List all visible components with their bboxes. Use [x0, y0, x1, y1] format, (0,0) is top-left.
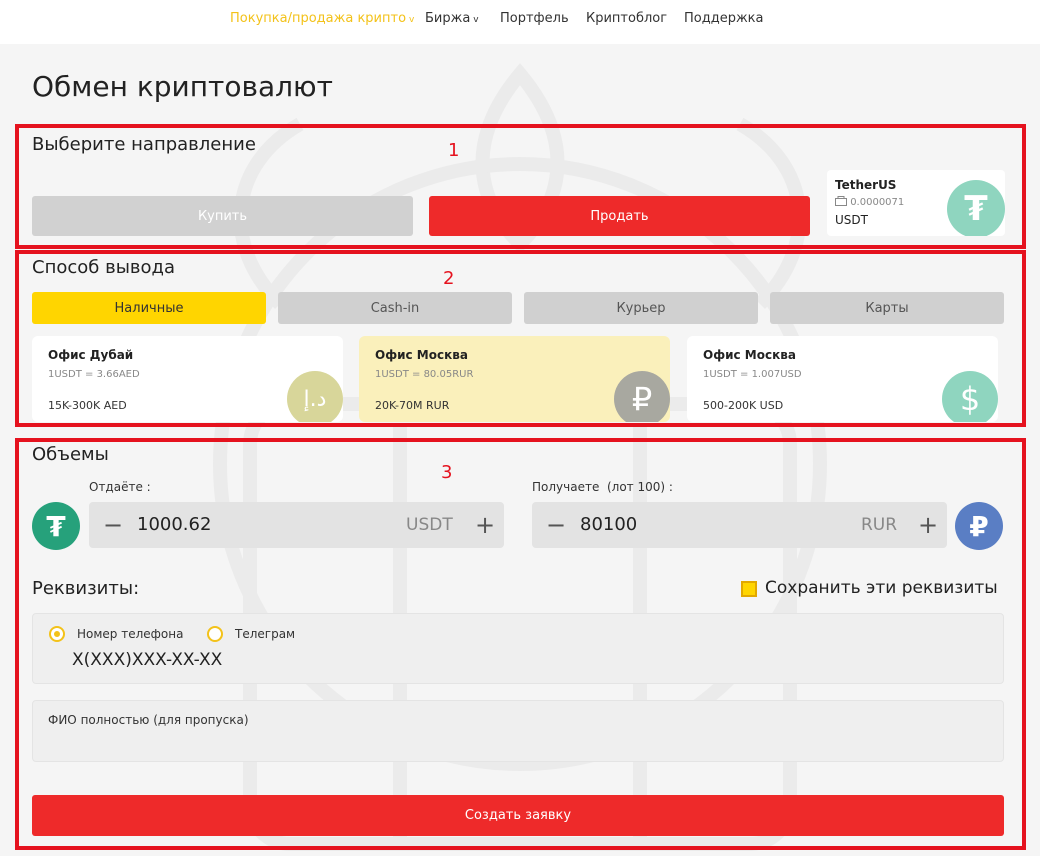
receive-amount-field[interactable]: − 80100 RUR +	[532, 502, 947, 548]
radio-telegram[interactable]	[207, 626, 223, 642]
tab-courier[interactable]: Курьер	[524, 292, 758, 324]
volumes-section-title: Объемы	[32, 444, 109, 465]
receive-plus-button[interactable]: +	[918, 511, 938, 539]
nav-item-label: Биржа	[425, 11, 471, 26]
requisites-title: Реквизиты:	[32, 578, 140, 599]
dollar-icon: $	[942, 371, 998, 422]
dirham-icon: د.إ	[287, 371, 343, 422]
office-card-moscow-usd[interactable]: Офис Москва 1USDT = 1.007USD 500-200K US…	[687, 336, 998, 422]
give-minus-button[interactable]: −	[103, 511, 123, 539]
office-card-moscow-rur[interactable]: Офис Москва 1USDT = 80.05RUR 20K-70M RUR…	[359, 336, 670, 422]
tab-cash-in[interactable]: Cash-in	[278, 292, 512, 324]
office-card-dubai[interactable]: Офис Дубай 1USDT = 3.66AED 15K-300K AED …	[32, 336, 343, 422]
nav-item-support[interactable]: Поддержка	[684, 11, 764, 26]
nav-item-portfolio[interactable]: Портфель	[500, 11, 569, 26]
top-navigation: Покупка/продажа крипто v Биржа v Портфель …	[0, 0, 1040, 44]
chevron-down-icon: v	[473, 15, 479, 25]
fio-field[interactable]	[32, 700, 1004, 762]
nav-item-exchange[interactable]: Биржа v	[425, 11, 479, 26]
give-currency: USDT	[406, 515, 453, 535]
fio-label: ФИО полностью (для пропуска)	[48, 713, 249, 727]
page-title: Обмен криптовалют	[32, 70, 333, 103]
buy-button[interactable]: Купить	[32, 196, 413, 236]
token-selector[interactable]: TetherUS 0.0000071 USDT ₮	[827, 170, 1005, 236]
nav-item-buy-sell-crypto[interactable]: Покупка/продажа крипто v	[230, 11, 414, 26]
chevron-down-icon: v	[409, 15, 415, 25]
receive-minus-button[interactable]: −	[546, 511, 566, 539]
ruble-icon: ₽	[614, 371, 670, 422]
annotation-number-3: 3	[441, 462, 453, 483]
create-request-button[interactable]: Создать заявку	[32, 795, 1004, 836]
receive-currency: RUR	[861, 515, 898, 535]
office-name: Офис Дубай	[48, 348, 134, 362]
nav-item-cryptoblog[interactable]: Криптоблог	[586, 11, 667, 26]
radio-phone[interactable]	[49, 626, 65, 642]
annotation-number-1: 1	[448, 140, 460, 161]
office-rate: 1USDT = 3.66AED	[48, 369, 140, 380]
give-amount-value[interactable]: 1000.62	[137, 514, 211, 535]
office-range: 500-200K USD	[703, 399, 784, 412]
token-balance: 0.0000071	[835, 196, 904, 208]
sell-button[interactable]: Продать	[429, 196, 810, 236]
tether-icon: ₮	[947, 180, 1005, 236]
phone-input[interactable]	[72, 650, 372, 670]
office-rate: 1USDT = 1.007USD	[703, 369, 802, 380]
give-label: Отдаёте :	[89, 480, 151, 494]
tether-icon: ₮	[32, 502, 80, 550]
office-range: 20K-70M RUR	[375, 399, 450, 412]
office-name: Офис Москва	[703, 348, 796, 362]
nav-item-label: Покупка/продажа крипто	[230, 11, 407, 26]
give-plus-button[interactable]: +	[475, 511, 495, 539]
contact-panel	[32, 613, 1004, 684]
token-balance-value: 0.0000071	[850, 197, 905, 208]
token-symbol: USDT	[835, 213, 868, 227]
radio-telegram-label[interactable]: Телеграм	[235, 627, 295, 641]
office-rate: 1USDT = 80.05RUR	[375, 369, 474, 380]
receive-label: Получаете (лот 100) :	[532, 480, 673, 494]
token-name: TetherUS	[835, 178, 897, 192]
receive-amount-value[interactable]: 80100	[580, 514, 637, 535]
save-requisites-label[interactable]: Сохранить эти реквизиты	[765, 578, 998, 598]
save-requisites-checkbox[interactable]	[741, 581, 757, 597]
office-name: Офис Москва	[375, 348, 468, 362]
withdrawal-section-title: Способ вывода	[32, 257, 175, 278]
direction-section-title: Выберите направление	[32, 134, 256, 155]
tab-cards[interactable]: Карты	[770, 292, 1004, 324]
wallet-icon	[835, 196, 847, 206]
annotation-number-2: 2	[443, 268, 455, 289]
tab-cash[interactable]: Наличные	[32, 292, 266, 324]
office-range: 15K-300K AED	[48, 399, 127, 412]
give-amount-field[interactable]: − 1000.62 USDT +	[89, 502, 504, 548]
ruble-icon: ₽	[955, 502, 1003, 550]
radio-phone-label[interactable]: Номер телефона	[77, 627, 183, 641]
